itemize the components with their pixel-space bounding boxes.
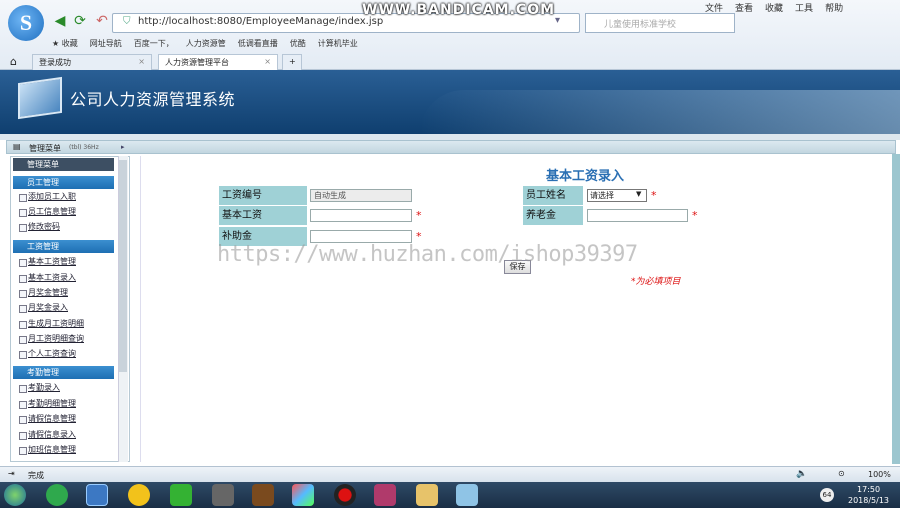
sidebar-item-attendance-detail[interactable]: 考勤明细管理 <box>18 397 114 411</box>
sidebar-item-employee-info[interactable]: 员工信息管理 <box>18 205 114 219</box>
required-mark: * <box>416 209 422 222</box>
sidebar-item-bonus-manage[interactable]: 月奖金管理 <box>18 286 114 300</box>
browser-menu: 文件 查看 收藏 工具 帮助 <box>705 1 855 14</box>
app-icon[interactable] <box>374 484 396 506</box>
app-icon[interactable] <box>46 484 68 506</box>
start-button-icon[interactable] <box>4 484 26 506</box>
bookmark-item[interactable]: 优酷 <box>290 39 306 48</box>
chevron-down-icon[interactable]: ▼ <box>636 190 641 198</box>
shield-icon: ⛉ <box>123 16 131 27</box>
app-icon[interactable] <box>292 484 314 506</box>
record-icon[interactable] <box>334 484 356 506</box>
menu-header-bar: ▤ 管理菜单 (tbl) 36Hz ▸ <box>6 140 896 154</box>
app-icon[interactable] <box>128 484 150 506</box>
monitor-icon <box>18 76 62 120</box>
url-text[interactable]: http://localhost:8080/EmployeeManage/ind… <box>138 16 383 27</box>
close-icon[interactable]: × <box>138 57 145 66</box>
menu-help[interactable]: 帮助 <box>825 4 843 14</box>
bookmark-item[interactable]: 低调看直播 <box>238 39 278 48</box>
folder-icon[interactable] <box>416 484 438 506</box>
bookmark-item[interactable]: 百度一下， <box>134 39 174 48</box>
bookmark-item[interactable]: 网址导航 <box>90 39 122 48</box>
header-decoration <box>420 90 900 134</box>
sidebar-group-attendance[interactable]: 考勤管理 <box>13 366 114 379</box>
status-bar: ⇥ 完成 🔈 ⊙ 100% <box>0 466 900 482</box>
speaker-icon[interactable]: 🔈 <box>796 469 807 479</box>
form-title: 基本工资录入 <box>546 169 625 184</box>
sidebar-item-generate-detail[interactable]: 生成月工资明细 <box>18 317 114 331</box>
app-icon[interactable] <box>212 484 234 506</box>
menu-icon: ▤ <box>13 142 21 151</box>
sidebar-item-overtime-manage[interactable]: 加班信息管理 <box>18 443 114 457</box>
sidebar-item-change-password[interactable]: 修改密码 <box>18 220 114 234</box>
salary-no-field: 自动生成 <box>310 189 412 202</box>
menu-header-small: (tbl) 36Hz <box>69 144 99 151</box>
iqiyi-icon[interactable] <box>170 484 192 506</box>
new-tab-button[interactable]: + <box>282 54 302 70</box>
label-employee-name: 员工姓名 <box>523 186 583 205</box>
tray-badge[interactable]: 64 <box>820 488 834 502</box>
sidebar-item-leave-entry[interactable]: 请假信息录入 <box>18 428 114 442</box>
watermark: https://www.huzhan.com/ishop39397 <box>217 242 638 267</box>
sidebar-scroll-thumb[interactable] <box>119 160 127 372</box>
base-salary-input[interactable] <box>310 209 412 222</box>
sidebar-item-base-salary-manage[interactable]: 基本工资管理 <box>18 255 114 269</box>
bookmark-item[interactable]: ★ 收藏 <box>52 39 78 48</box>
menu-view[interactable]: 查看 <box>735 4 753 14</box>
label-base-salary: 基本工资 <box>219 206 307 225</box>
dropdown-icon[interactable]: ▾ <box>555 15 560 26</box>
sidebar-group-employee[interactable]: 员工管理 <box>13 176 114 189</box>
sidebar-top-label: 管理菜单 <box>13 158 114 171</box>
status-text: 完成 <box>28 471 44 480</box>
search-placeholder[interactable]: 儿童使用标准学校 <box>604 17 676 30</box>
required-note: *为必填项目 <box>631 277 681 287</box>
sidebar-group-salary[interactable]: 工资管理 <box>13 240 114 253</box>
sidebar-item-add-employee[interactable]: 添加员工入职 <box>18 190 114 204</box>
sidebar-item-bonus-entry[interactable]: 月奖金录入 <box>18 301 114 315</box>
browser-logo-icon[interactable]: S <box>8 5 44 41</box>
system-title: 公司人力资源管理系统 <box>70 90 236 109</box>
home-icon[interactable]: ⌂ <box>10 55 17 68</box>
browser-taskbar-icon[interactable] <box>86 484 108 506</box>
zoom-level[interactable]: 100% <box>868 470 891 479</box>
bookmark-item[interactable]: 计算机毕业 <box>318 39 358 48</box>
sidebar-item-attendance-entry[interactable]: 考勤录入 <box>18 381 114 395</box>
bookmarks-bar: ★ 收藏 网址导航 百度一下， 人力资源管 低调看直播 优酷 计算机毕业 <box>52 38 370 49</box>
frame-border <box>892 154 900 464</box>
label-salary-no: 工资编号 <box>219 186 307 205</box>
system-clock[interactable]: 17:50 2018/5/13 <box>848 484 889 506</box>
required-mark: * <box>692 209 698 222</box>
pension-input[interactable] <box>587 209 688 222</box>
undo-icon[interactable]: ↶ <box>94 13 110 29</box>
menu-file[interactable]: 文件 <box>705 4 723 14</box>
menu-tools[interactable]: 工具 <box>795 4 813 14</box>
refresh-icon[interactable]: ⟳ <box>72 13 88 29</box>
menu-favorites[interactable]: 收藏 <box>765 4 783 14</box>
label-pension: 养老金 <box>523 206 583 225</box>
tab-login-success[interactable]: 登录成功 × <box>32 54 152 70</box>
required-mark: * <box>651 189 657 202</box>
close-icon[interactable]: × <box>264 57 271 66</box>
bookmark-item[interactable]: 人力资源管 <box>186 39 226 48</box>
back-icon[interactable]: ◀ <box>52 13 68 29</box>
app-icon[interactable] <box>456 484 478 506</box>
status-icon: ⇥ <box>8 469 15 478</box>
sidebar-item-detail-query[interactable]: 月工资明细查询 <box>18 332 114 346</box>
sidebar-item-base-salary-entry[interactable]: 基本工资录入 <box>18 271 114 285</box>
sidebar-item-personal-salary[interactable]: 个人工资查询 <box>18 347 114 361</box>
app-icon[interactable] <box>252 484 274 506</box>
menu-header-label: 管理菜单 <box>29 144 61 153</box>
recorder-watermark: WWW.BANDICAM.COM <box>362 2 556 18</box>
download-icon[interactable]: ⊙ <box>838 469 845 478</box>
collapse-arrow-icon[interactable]: ▸ <box>121 143 125 151</box>
tab-hr-platform[interactable]: 人力资源管理平台 × <box>158 54 278 70</box>
sidebar-item-leave-manage[interactable]: 请假信息管理 <box>18 412 114 426</box>
